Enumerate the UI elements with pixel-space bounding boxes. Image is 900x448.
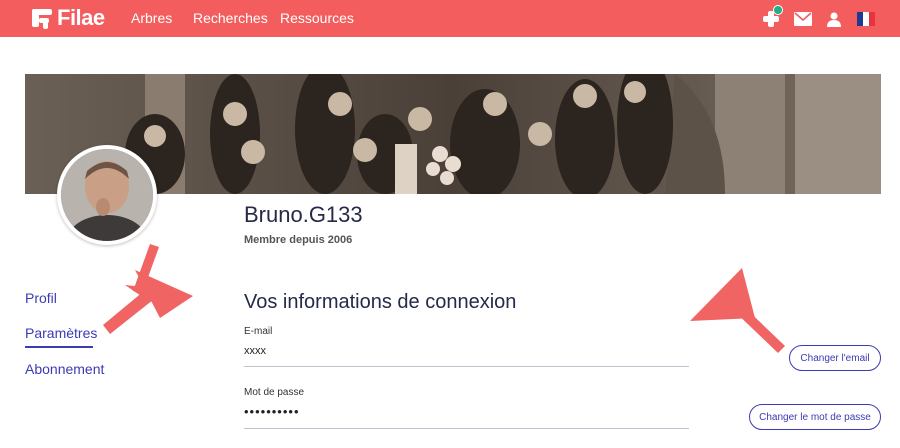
annotation-arrow-change-email: [690, 268, 785, 353]
annotation-arrow-parametres: [103, 270, 193, 334]
annotation-arrows: [103, 244, 785, 353]
